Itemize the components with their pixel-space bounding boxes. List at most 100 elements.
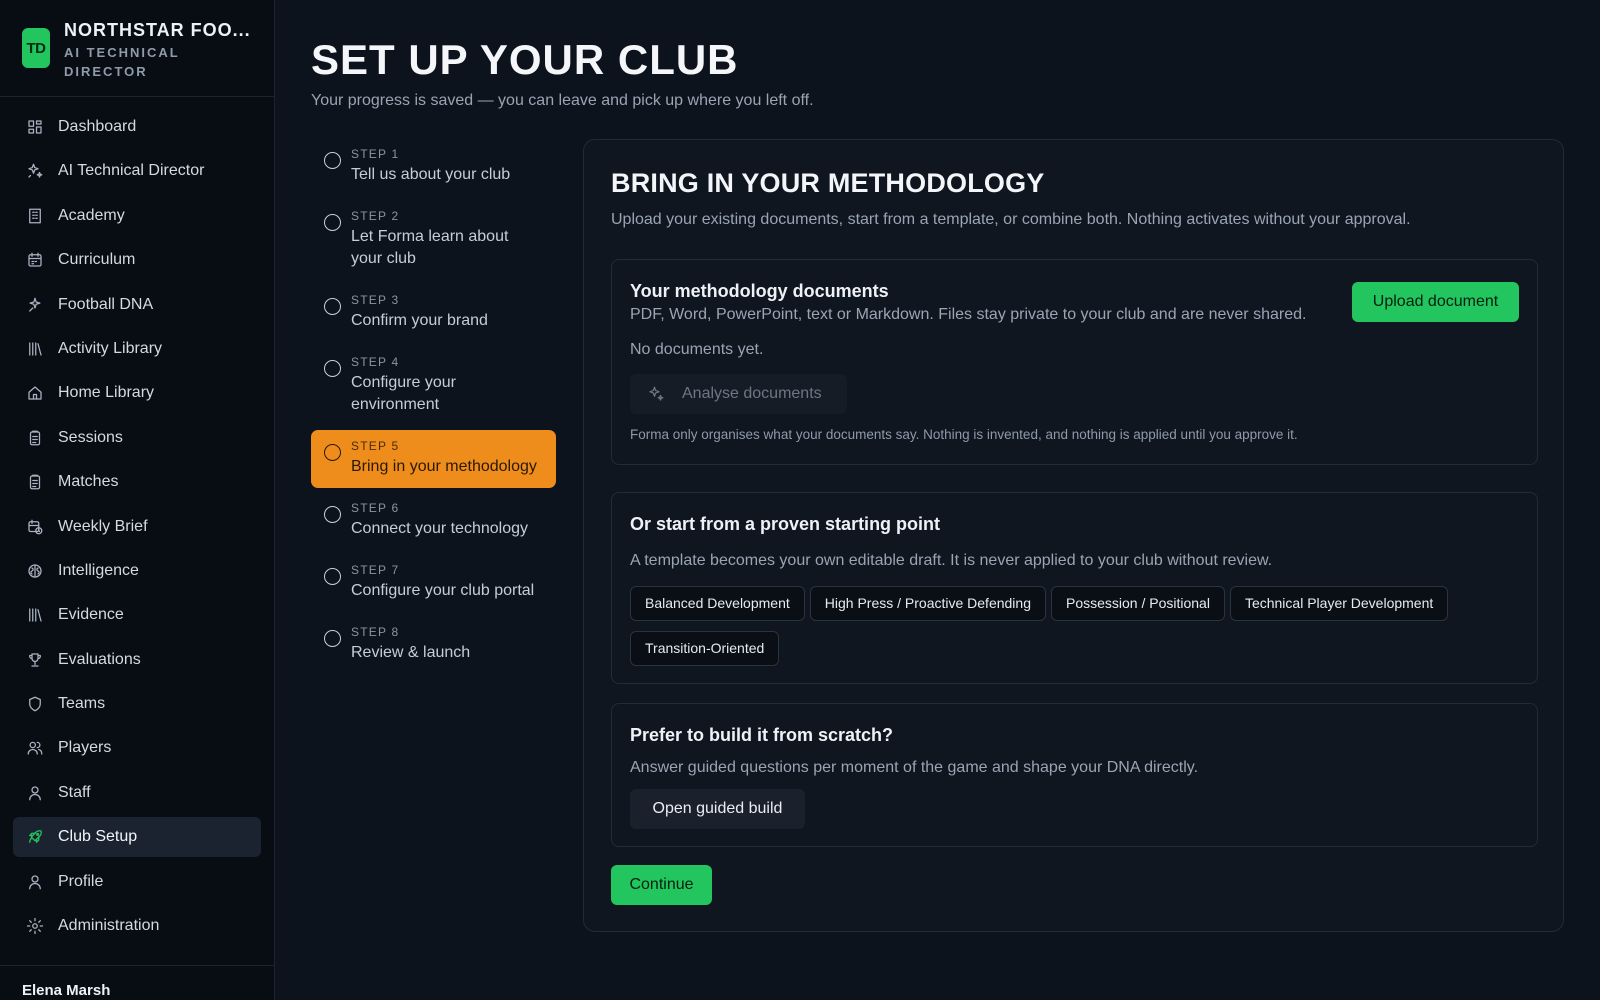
- step-6[interactable]: STEP 6 Connect your technology: [311, 492, 556, 550]
- sidebar-item-label: Staff: [58, 783, 91, 801]
- user-icon: [26, 784, 44, 802]
- documents-note: Forma only organises what your documents…: [630, 427, 1298, 442]
- sparkles-icon: [647, 385, 665, 403]
- step-circle-icon: [324, 568, 341, 585]
- step-label: Connect your technology: [351, 520, 528, 537]
- sidebar-item-ai-technical-director[interactable]: AI Technical Director: [13, 151, 261, 191]
- step-number: STEP 8: [351, 625, 400, 639]
- step-circle-icon: [324, 152, 341, 169]
- step-number: STEP 6: [351, 501, 400, 515]
- step-circle-icon: [324, 444, 341, 461]
- sidebar-item-label: Teams: [58, 695, 106, 713]
- card-subtitle: Upload your existing documents, start fr…: [611, 211, 1411, 228]
- step-number: STEP 5: [351, 439, 400, 453]
- sidebar-item-dashboard[interactable]: Dashboard: [13, 107, 261, 147]
- sidebar-item-label: Evidence: [58, 606, 124, 624]
- step-3[interactable]: STEP 3 Confirm your brand: [311, 284, 556, 342]
- sidebar-item-academy[interactable]: Academy: [13, 196, 261, 236]
- sidebar-item-label: Curriculum: [58, 251, 136, 269]
- documents-description: PDF, Word, PowerPoint, text or Markdown.…: [630, 306, 1307, 323]
- templates-description: A template becomes your own editable dra…: [630, 552, 1273, 569]
- step-label: Confirm your brand: [351, 312, 488, 329]
- sidebar-nav: Dashboard AI Technical Director Academy Cur…: [0, 97, 274, 946]
- sidebar-item-label: Football DNA: [58, 295, 154, 313]
- step-7[interactable]: STEP 7 Configure your club portal: [311, 554, 556, 612]
- sidebar-item-administration[interactable]: Administration: [13, 906, 261, 946]
- sidebar: TD NORTHSTAR FOO... AI TECHNICAL DIRECTO…: [0, 0, 275, 1000]
- trophy-icon: [26, 651, 44, 669]
- step-circle-icon: [324, 298, 341, 315]
- shield-icon: [26, 695, 44, 713]
- sidebar-item-weekly-brief[interactable]: Weekly Brief: [13, 507, 261, 547]
- step-1[interactable]: STEP 1 Tell us about your club: [311, 138, 556, 196]
- step-2[interactable]: STEP 2 Let Forma learn about your club: [311, 200, 556, 280]
- sidebar-item-profile[interactable]: Profile: [13, 862, 261, 902]
- sidebar-item-sessions[interactable]: Sessions: [13, 418, 261, 458]
- users-icon: [26, 739, 44, 757]
- step-4[interactable]: STEP 4 Configure your environment: [311, 346, 556, 426]
- sidebar-item-label: Activity Library: [58, 339, 163, 357]
- sidebar-item-club-setup[interactable]: Club Setup: [13, 817, 261, 858]
- continue-button[interactable]: Continue: [611, 865, 712, 905]
- sidebar-item-label: Academy: [58, 206, 125, 224]
- brand-subtitle-line2: DIRECTOR: [64, 64, 148, 79]
- scratch-panel: Prefer to build it from scratch? Answer …: [611, 703, 1538, 847]
- sidebar-item-evidence[interactable]: Evidence: [13, 595, 261, 635]
- sidebar-item-football-dna[interactable]: Football DNA: [13, 285, 261, 325]
- sidebar-item-label: Home Library: [58, 384, 155, 402]
- sidebar-item-intelligence[interactable]: Intelligence: [13, 551, 261, 591]
- sidebar-item-evaluations[interactable]: Evaluations: [13, 640, 261, 680]
- brand-subtitle-line1: AI TECHNICAL: [64, 45, 180, 60]
- user-icon: [26, 873, 44, 891]
- sparkles-icon: [26, 162, 44, 180]
- step-circle-icon: [324, 630, 341, 647]
- scratch-title: Prefer to build it from scratch?: [630, 725, 894, 745]
- step-circle-icon: [324, 360, 341, 377]
- step-5[interactable]: STEP 5 Bring in your methodology: [311, 430, 556, 488]
- sidebar-item-label: Matches: [58, 473, 119, 491]
- sidebar-item-label: AI Technical Director: [58, 162, 205, 180]
- sidebar-item-matches[interactable]: Matches: [13, 462, 261, 502]
- clipboard-icon: [26, 429, 44, 447]
- step-label: Review & launch: [351, 644, 471, 661]
- methodology-card: BRING IN YOUR METHODOLOGY Upload your ex…: [583, 139, 1564, 932]
- step-number: STEP 2: [351, 209, 400, 223]
- sidebar-item-label: Intelligence: [58, 561, 139, 579]
- sidebar-item-label: Sessions: [58, 428, 123, 446]
- sidebar-item-home-library[interactable]: Home Library: [13, 373, 261, 413]
- club-name: NORTHSTAR FOO...: [64, 20, 249, 40]
- brand[interactable]: TD NORTHSTAR FOO... AI TECHNICAL DIRECTO…: [0, 0, 274, 97]
- step-number: STEP 1: [351, 147, 400, 161]
- scratch-description: Answer guided questions per moment of th…: [630, 759, 1199, 776]
- rocket-icon: [26, 828, 44, 846]
- open-guided-build-button[interactable]: Open guided build: [630, 789, 805, 829]
- sidebar-item-label: Dashboard: [58, 118, 137, 135]
- sidebar-item-label: Players: [58, 739, 112, 757]
- sidebar-item-curriculum[interactable]: Curriculum: [13, 240, 261, 280]
- step-8[interactable]: STEP 8 Review & launch: [311, 616, 556, 674]
- library-icon: [26, 606, 44, 624]
- building-icon: [26, 207, 44, 225]
- step-label: Tell us about your club: [351, 166, 511, 183]
- templates-panel: Or start from a proven starting point A …: [611, 492, 1538, 684]
- analyse-documents-button[interactable]: Analyse documents: [630, 374, 847, 414]
- sidebar-item-label: Weekly Brief: [58, 517, 148, 535]
- sidebar-item-label: Administration: [58, 917, 160, 935]
- step-label: Let Forma learn about your club: [351, 228, 509, 267]
- sidebar-item-teams[interactable]: Teams: [13, 684, 261, 724]
- sidebar-item-players[interactable]: Players: [13, 728, 261, 768]
- template-option[interactable]: Possession / Positional: [1050, 586, 1225, 621]
- user-name[interactable]: Elena Marsh: [0, 965, 274, 1000]
- brand-logo: TD: [22, 28, 50, 68]
- template-option[interactable]: High Press / Proactive Defending: [809, 586, 1046, 621]
- sidebar-item-staff[interactable]: Staff: [13, 773, 261, 813]
- template-option[interactable]: Balanced Development: [630, 586, 805, 621]
- sidebar-item-label: Profile: [58, 872, 104, 890]
- template-option[interactable]: Transition-Oriented: [630, 631, 780, 666]
- template-option[interactable]: Technical Player Development: [1229, 586, 1449, 621]
- brain-icon: [26, 562, 44, 580]
- page-subtitle: Your progress is saved — you can leave a…: [311, 92, 814, 109]
- sidebar-item-activity-library[interactable]: Activity Library: [13, 329, 261, 369]
- upload-document-button[interactable]: Upload document: [1352, 282, 1519, 322]
- dashboard-icon: [26, 118, 44, 136]
